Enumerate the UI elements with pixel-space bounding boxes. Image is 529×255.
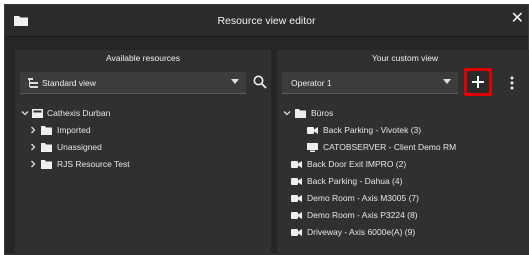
tree-item-label: Demo Room - Axis P3224 (8): [307, 210, 418, 220]
tree-item-label: Unassigned: [57, 142, 102, 152]
camera-icon: [291, 212, 302, 219]
tree-item-label: CATOBSERVER - Client Demo RM: [323, 142, 457, 152]
camera-icon: [291, 178, 302, 185]
tree-item-label: Büros: [311, 108, 334, 118]
resource-view-editor-window: Resource view editor ✕ Available resourc…: [4, 4, 529, 255]
operator-select-value: Operator 1: [291, 78, 332, 88]
tree-item-camera[interactable]: Demo Room - Axis M3005 (7): [291, 191, 527, 207]
tree-item-camera[interactable]: Back Parking - Dahua (4): [291, 174, 527, 190]
folder-icon: [295, 109, 306, 118]
tree-item-rjs-resource-test[interactable]: RJS Resource Test: [29, 157, 259, 173]
chevron-right-icon[interactable]: [29, 126, 37, 134]
title-bar: Resource view editor ✕: [5, 5, 528, 37]
folder-icon: [41, 160, 52, 169]
folder-icon: [41, 126, 52, 135]
tree-item-unassigned[interactable]: Unassigned: [29, 140, 259, 156]
tree-item-imported[interactable]: Imported: [29, 123, 259, 139]
search-icon[interactable]: [253, 75, 267, 89]
monitor-icon: [307, 143, 318, 152]
available-resources-heading: Available resources: [105, 53, 181, 63]
camera-icon: [291, 161, 302, 168]
chevron-right-icon[interactable]: [29, 160, 37, 168]
camera-icon: [291, 229, 302, 236]
tree-item-label: RJS Resource Test: [57, 159, 130, 169]
tree-item-label: Back Parking - Dahua (4): [307, 176, 403, 186]
tree-item-camera[interactable]: Back Door Exit IMPRO (2): [291, 157, 527, 173]
tree-item-label: Back Door Exit IMPRO (2): [307, 159, 407, 169]
close-icon[interactable]: ✕: [511, 11, 524, 27]
custom-view-heading: Your custom view: [371, 53, 439, 63]
tree-item-cathexis-durban[interactable]: Cathexis Durban: [21, 106, 261, 122]
camera-icon: [307, 127, 318, 134]
plus-icon: [472, 76, 484, 88]
tree-item-buros[interactable]: Büros: [283, 106, 523, 122]
window-title: Resource view editor: [217, 15, 316, 27]
tree-item-camera[interactable]: Back Parking - Vivotek (3): [307, 123, 527, 139]
chevron-right-icon[interactable]: [29, 143, 37, 151]
add-button[interactable]: [464, 68, 492, 96]
tree-item-label: Driveway - Axis 6000e(A) (9): [307, 227, 416, 237]
dropdown-arrow-icon: [443, 79, 451, 84]
dropdown-arrow-icon: [231, 79, 239, 84]
tree-item-label: Demo Room - Axis M3005 (7): [307, 193, 419, 203]
view-select[interactable]: Standard view: [20, 72, 246, 94]
server-icon: [32, 109, 43, 118]
available-resources-panel: Available resources Standard view Cathex…: [15, 50, 271, 255]
tree-view-icon: [28, 78, 38, 88]
more-options-icon[interactable]: [505, 75, 519, 91]
tree-item-camera[interactable]: Driveway - Axis 6000e(A) (9): [291, 225, 527, 241]
operator-select[interactable]: Operator 1: [282, 72, 458, 94]
tree-item-label: Cathexis Durban: [47, 108, 111, 118]
folder-icon: [41, 143, 52, 152]
tree-item-label: Imported: [57, 125, 91, 135]
tree-item-monitor[interactable]: CATOBSERVER - Client Demo RM: [307, 140, 527, 156]
chevron-down-icon[interactable]: [283, 109, 291, 117]
camera-icon: [291, 195, 302, 202]
tree-item-label: Back Parking - Vivotek (3): [323, 125, 422, 135]
tree-item-camera[interactable]: Demo Room - Axis P3224 (8): [291, 208, 527, 224]
view-select-value: Standard view: [42, 78, 96, 88]
chevron-down-icon[interactable]: [21, 109, 29, 117]
custom-view-panel: Your custom view Operator 1 Büros Back P…: [277, 50, 529, 255]
